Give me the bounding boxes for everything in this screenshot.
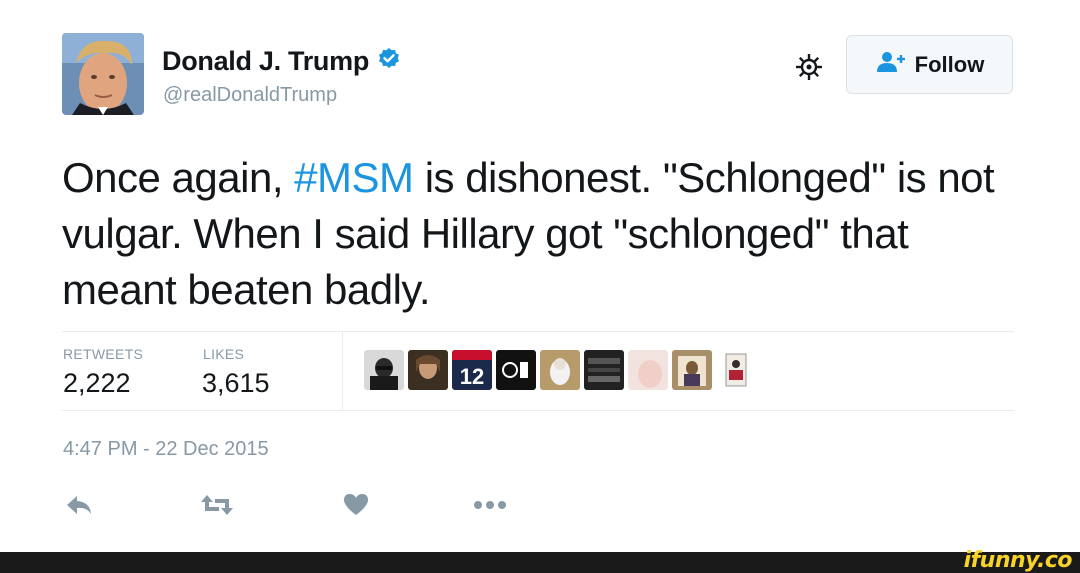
liker-avatar[interactable] — [672, 350, 712, 390]
svg-text:12: 12 — [460, 364, 484, 389]
stats-divider — [342, 332, 343, 410]
divider — [62, 331, 1014, 332]
likes-count[interactable]: 3,615 — [202, 368, 270, 399]
hashtag-link[interactable]: #MSM — [294, 154, 414, 201]
add-user-icon — [875, 50, 907, 79]
liker-avatar[interactable]: 12 — [452, 350, 492, 390]
liker-avatar[interactable] — [628, 350, 668, 390]
tweet-text-part: Once again, — [62, 154, 295, 201]
liker-avatar[interactable] — [716, 350, 756, 390]
tweet-card: Donald J. Trump @realDonaldTrump Follow … — [0, 0, 1080, 552]
follow-label: Follow — [914, 51, 985, 77]
display-name[interactable]: Donald J. Trump — [162, 46, 369, 77]
gear-icon[interactable] — [793, 51, 825, 83]
watermark-logo: ifunny.co — [963, 548, 1073, 573]
user-handle[interactable]: @realDonaldTrump — [163, 84, 337, 107]
author-name-row: Donald J. Trump — [162, 46, 401, 77]
retweets-count[interactable]: 2,222 — [63, 368, 131, 399]
avatar[interactable] — [62, 33, 144, 115]
liker-avatar[interactable] — [408, 350, 448, 390]
tweet-text: Once again, #MSM is dishonest. "Schlonge… — [62, 150, 1022, 318]
liker-avatar[interactable] — [540, 350, 580, 390]
follow-button[interactable]: Follow — [846, 35, 1013, 94]
more-dots-icon[interactable] — [472, 490, 508, 520]
retweets-label: RETWEETS — [63, 346, 144, 362]
retweet-icon[interactable] — [198, 490, 236, 520]
tweet-timestamp[interactable]: 4:47 PM - 22 Dec 2015 — [63, 438, 269, 461]
liker-avatars: 12 — [364, 350, 756, 390]
liker-avatar[interactable] — [496, 350, 536, 390]
reply-icon[interactable] — [64, 490, 94, 520]
liker-avatar[interactable] — [584, 350, 624, 390]
heart-icon[interactable] — [342, 490, 370, 520]
liker-avatar[interactable] — [364, 350, 404, 390]
divider — [62, 410, 1014, 411]
footer-bar — [0, 552, 1080, 573]
likes-label: LIKES — [203, 346, 245, 362]
verified-badge-icon — [377, 47, 401, 76]
